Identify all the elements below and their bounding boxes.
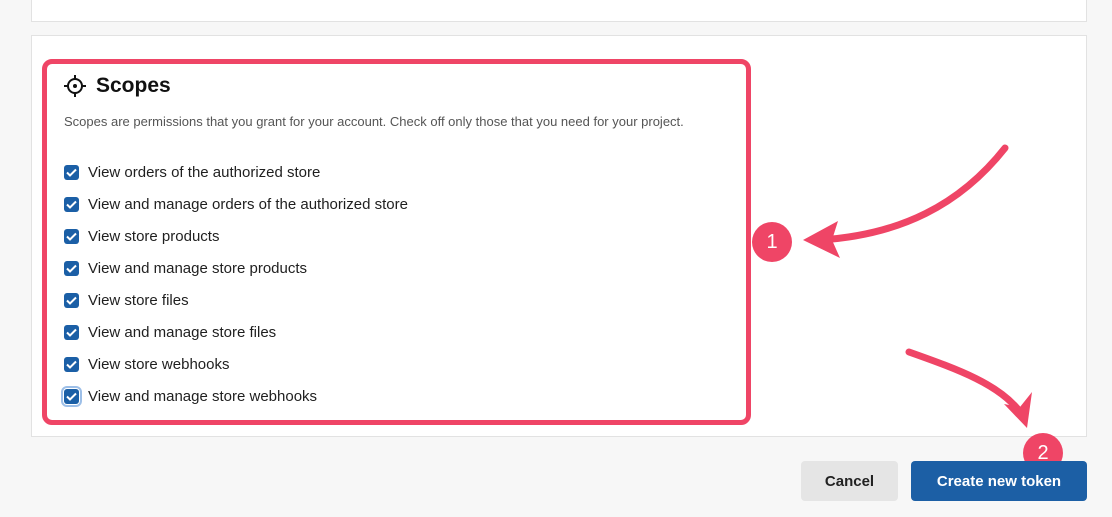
annotation-badge-1: 1 [752,222,792,262]
create-token-button[interactable]: Create new token [911,461,1087,501]
cancel-button[interactable]: Cancel [801,461,898,501]
annotation-arrows [803,144,1032,428]
arrow-2 [905,348,1024,416]
arrow-1 [816,144,1009,244]
